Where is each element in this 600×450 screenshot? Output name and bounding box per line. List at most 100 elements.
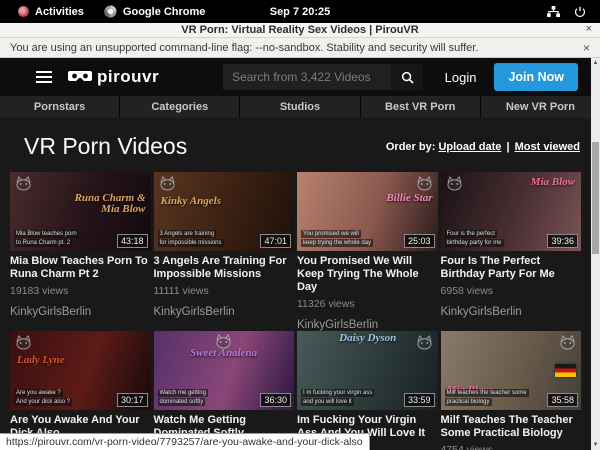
- video-thumbnail[interactable]: Lady Lyne Are you awake ? And your dick …: [10, 331, 151, 410]
- page-header: VR Porn Videos Order by: Upload date | M…: [0, 118, 600, 172]
- thumbnail-caption-line: Four is the perfect: [445, 230, 497, 238]
- browser-viewport: pirouvr Login Join Now Pornstars Categor…: [0, 58, 600, 450]
- thumbnail-overlay-title: Sweet Analena: [190, 348, 257, 360]
- scrollbar[interactable]: ▲ ▼: [591, 58, 600, 450]
- video-studio-link[interactable]: KinkyGirlsBerlin: [154, 306, 295, 318]
- video-title[interactable]: Mia Blow Teaches Porn To Runa Charm Pt 2: [10, 255, 151, 281]
- thumbnail-caption: Milf teaches the teacher some practical …: [445, 388, 529, 406]
- video-duration-badge: 43:18: [117, 234, 148, 248]
- video-title[interactable]: You Promised We Will Keep Trying The Who…: [297, 255, 438, 294]
- thumbnail-caption-line: birthday party for me: [445, 239, 504, 247]
- video-thumbnail[interactable]: Daisy Dyson I m fucking your virgin ass …: [297, 331, 438, 410]
- search-button[interactable]: [391, 64, 423, 90]
- video-studio-link[interactable]: KinkyGirlsBerlin: [441, 306, 582, 318]
- video-thumbnail[interactable]: Runa Charm & Mia Blow Mia Blow teaches p…: [10, 172, 151, 251]
- thumbnail-caption-line: and you will love it: [301, 398, 354, 406]
- search-icon: [401, 71, 414, 84]
- video-studio-link[interactable]: KinkyGirlsBerlin: [297, 319, 438, 331]
- video-title[interactable]: Four Is The Perfect Birthday Party For M…: [441, 255, 582, 281]
- thumbnail-caption-line: And your dick also ?: [14, 398, 72, 406]
- thumbnail-caption-line: to Runa Charm pt. 2: [14, 239, 72, 247]
- studio-cat-mask-icon: [559, 335, 576, 350]
- site-logo[interactable]: pirouvr: [68, 67, 159, 87]
- thumbnail-caption-line: Are you awake ?: [14, 389, 63, 397]
- thumbnail-caption-line: dominated softly: [158, 398, 206, 406]
- video-card[interactable]: Billie Star You promised we will keep tr…: [297, 172, 438, 331]
- thumbnail-caption: 3 Angels are training for impossible mis…: [158, 229, 224, 247]
- site-navbar: pirouvr Login Join Now: [0, 58, 600, 96]
- video-card[interactable]: Mia Blow Four is the perfect birthday pa…: [441, 172, 582, 331]
- order-most-viewed-link[interactable]: Most viewed: [515, 141, 580, 153]
- video-thumbnail[interactable]: Kinky Angels 3 Angels are training for i…: [154, 172, 295, 251]
- video-studio-link[interactable]: KinkyGirlsBerlin: [10, 306, 151, 318]
- power-icon[interactable]: [574, 6, 586, 18]
- video-duration-badge: 47:01: [260, 234, 291, 248]
- thumbnail-caption-line: keep trying the whole day: [301, 239, 373, 247]
- thumbnail-caption: Are you awake ? And your dick also ?: [14, 388, 72, 406]
- thumbnail-overlay-title: Daisy Dyson: [339, 333, 396, 345]
- thumbnail-caption: Mia Blow teaches porn to Runa Charm pt. …: [14, 229, 79, 247]
- thumbnail-caption: Watch me getting dominated softly: [158, 388, 208, 406]
- menu-item-categories[interactable]: Categories: [120, 96, 239, 118]
- menu-item-best-vr-porn[interactable]: Best VR Porn: [361, 96, 480, 118]
- studio-cat-mask-icon: [416, 335, 433, 350]
- scrollbar-thumb[interactable]: [592, 142, 599, 254]
- studio-cat-mask-icon: [446, 176, 463, 191]
- scroll-down-arrow[interactable]: ▼: [591, 442, 600, 448]
- site-logo-label: pirouvr: [97, 67, 159, 87]
- chrome-icon: [104, 5, 117, 18]
- app-menu-button[interactable]: Google Chrome: [94, 0, 216, 23]
- warning-text: You are using an unsupported command-lin…: [10, 42, 478, 54]
- status-url: https://pirouvr.com/vr-porn-video/779325…: [6, 436, 363, 448]
- window-close-icon[interactable]: ×: [586, 23, 592, 35]
- video-duration-badge: 33:59: [404, 393, 435, 407]
- warning-close-icon[interactable]: ×: [583, 41, 590, 55]
- thumbnail-overlay-title: Billie Star: [386, 193, 432, 205]
- video-thumbnail[interactable]: Mia Blow Milf teaches the teacher some p…: [441, 331, 582, 410]
- video-views: 11326 views: [297, 298, 438, 310]
- menu-item-new-vr-porn[interactable]: New VR Porn: [481, 96, 600, 118]
- video-card[interactable]: Kinky Angels 3 Angels are training for i…: [154, 172, 295, 331]
- activities-label: Activities: [35, 6, 84, 18]
- thumbnail-overlay-title: Runa Charm & Mia Blow: [64, 193, 145, 216]
- thumbnail-overlay-title: Lady Lyne: [17, 355, 65, 367]
- scroll-up-arrow[interactable]: ▲: [591, 60, 600, 66]
- video-duration-badge: 25:03: [404, 234, 435, 248]
- video-thumbnail[interactable]: Mia Blow Four is the perfect birthday pa…: [441, 172, 582, 251]
- order-by-label: Order by:: [386, 141, 436, 153]
- video-duration-badge: 30:17: [117, 393, 148, 407]
- login-link[interactable]: Login: [445, 70, 477, 85]
- video-title[interactable]: Milf Teaches The Teacher Some Practical …: [441, 414, 582, 440]
- menu-icon[interactable]: [36, 68, 52, 86]
- german-flag-icon: [555, 364, 576, 377]
- studio-cat-mask-icon: [159, 176, 176, 191]
- video-title[interactable]: 3 Angels Are Training For Impossible Mis…: [154, 255, 295, 281]
- video-thumbnail[interactable]: Sweet Analena Watch me getting dominated…: [154, 331, 295, 410]
- video-card[interactable]: Runa Charm & Mia Blow Mia Blow teaches p…: [10, 172, 151, 331]
- search-input[interactable]: [223, 64, 391, 90]
- video-card[interactable]: Mia Blow Milf teaches the teacher some p…: [441, 331, 582, 450]
- video-thumbnail[interactable]: Billie Star You promised we will keep tr…: [297, 172, 438, 251]
- distro-icon: [18, 6, 29, 17]
- thumbnail-caption-line: Watch me getting: [158, 389, 208, 397]
- menu-item-studios[interactable]: Studios: [240, 96, 359, 118]
- thumbnail-caption-line: I m fucking your virgin ass: [301, 389, 374, 397]
- thumbnail-caption: Four is the perfect birthday party for m…: [445, 229, 504, 247]
- menu-item-pornstars[interactable]: Pornstars: [0, 96, 119, 118]
- site-menu: Pornstars Categories Studios Best VR Por…: [0, 96, 600, 118]
- video-grid: Runa Charm & Mia Blow Mia Blow teaches p…: [10, 172, 581, 450]
- join-now-button[interactable]: Join Now: [494, 63, 578, 91]
- thumbnail-caption-line: for impossible missions: [158, 239, 224, 247]
- video-duration-badge: 39:36: [547, 234, 578, 248]
- activities-button[interactable]: Activities: [8, 0, 94, 23]
- video-duration-badge: 35:58: [547, 393, 578, 407]
- order-upload-date-link[interactable]: Upload date: [438, 141, 501, 153]
- thumbnail-caption-line: practical biology: [445, 398, 492, 406]
- system-top-bar: Activities Google Chrome Sep 7 20:25: [0, 0, 600, 23]
- network-icon[interactable]: [547, 6, 560, 18]
- clock[interactable]: Sep 7 20:25: [270, 6, 331, 18]
- video-views: 19183 views: [10, 285, 151, 297]
- page-title: VR Porn Videos: [24, 133, 187, 160]
- thumbnail-caption-line: 3 Angels are training: [158, 230, 217, 238]
- video-views: 4754 views: [441, 444, 582, 450]
